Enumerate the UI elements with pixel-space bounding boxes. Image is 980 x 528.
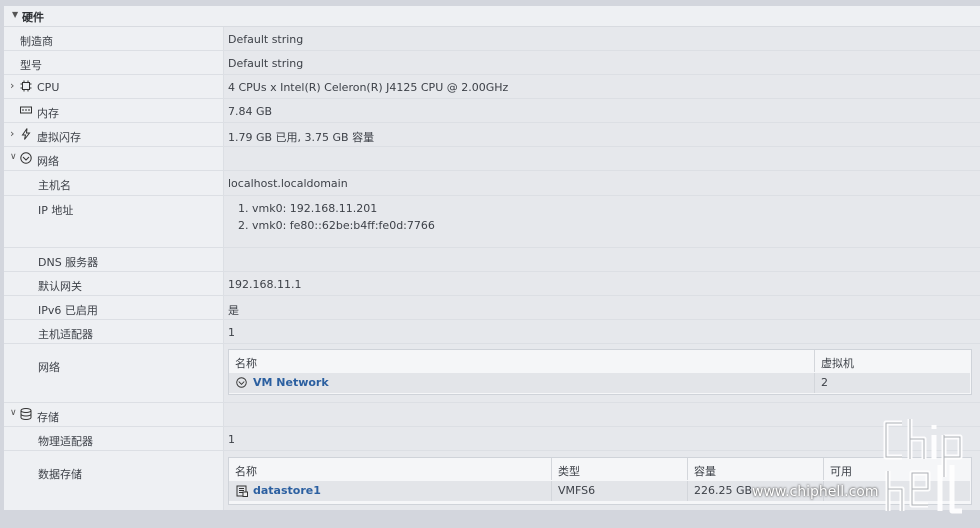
memory-icon [20, 106, 32, 114]
physical-adapters-value: 1 [228, 433, 235, 446]
ip-row: IP 地址 1. vmk0: 192.168.11.201 2. vmk0: f… [4, 196, 980, 248]
column-header-name[interactable]: 名称 [229, 350, 815, 372]
ip-label: IP 地址 [38, 204, 74, 217]
cpu-icon [20, 80, 32, 92]
expand-icon[interactable]: › [10, 127, 14, 140]
model-label: 型号 [20, 59, 42, 72]
table-row[interactable]: datastore1 [229, 481, 552, 501]
collapse-icon[interactable]: ▼ [12, 10, 18, 19]
host-adapters-value: 1 [228, 326, 235, 339]
host-adapters-label: 主机适配器 [38, 328, 93, 341]
physical-adapters-label: 物理适配器 [38, 435, 93, 448]
expand-icon[interactable]: › [10, 79, 14, 92]
manufacturer-value: Default string [228, 33, 304, 46]
datastore1-link[interactable]: datastore1 [253, 484, 321, 497]
datastores-label: 数据存储 [38, 468, 82, 481]
hardware-section-header[interactable]: ▼ 硬件 [4, 6, 980, 27]
storage-row[interactable]: ∨ 存储 [4, 403, 980, 427]
dns-row: DNS 服务器 [4, 248, 980, 272]
ip-value-2: 2. vmk0: fe80::62be:b4ff:fe0d:7766 [238, 219, 435, 232]
manufacturer-row: 制造商 Default string [4, 27, 980, 51]
hardware-panel: ▼ 硬件 制造商 Default string 型号 Default strin… [4, 6, 980, 510]
networks-label: 网络 [38, 361, 60, 374]
model-value: Default string [228, 57, 304, 70]
storage-icon [20, 408, 32, 420]
cpu-label: CPU [37, 81, 60, 94]
collapse-icon[interactable]: ∨ [10, 152, 17, 162]
hostname-row: 主机名 localhost.localdomain [4, 171, 980, 196]
networks-table: 名称 虚拟机 VM Network 2 [228, 349, 972, 395]
flash-icon [21, 128, 31, 140]
cpu-value: 4 CPUs x Intel(R) Celeron(R) J4125 CPU @… [228, 81, 509, 94]
vm-count-cell: 2 [815, 373, 970, 393]
chiphell-logo [883, 419, 963, 514]
column-header-name[interactable]: 名称 [229, 458, 552, 480]
hostname-label: 主机名 [38, 179, 71, 192]
ip-value-1: 1. vmk0: 192.168.11.201 [238, 202, 378, 215]
vflash-row[interactable]: › 虚拟闪存 1.79 GB 已用, 3.75 GB 容量 [4, 123, 980, 147]
memory-label: 内存 [37, 107, 59, 120]
column-header-type[interactable]: 类型 [552, 458, 688, 480]
column-header-vms[interactable]: 虚拟机 [815, 350, 970, 372]
memory-value: 7.84 GB [228, 105, 273, 118]
ipv6-value: 是 [228, 304, 239, 317]
type-cell: VMFS6 [552, 481, 688, 501]
gateway-label: 默认网关 [38, 280, 82, 293]
gateway-row: 默认网关 192.168.11.1 [4, 272, 980, 296]
table-row[interactable]: VM Network [229, 373, 815, 393]
collapse-icon[interactable]: ∨ [10, 408, 17, 418]
networks-row: 网络 名称 虚拟机 VM Network 2 [4, 344, 980, 403]
hardware-title: 硬件 [22, 11, 44, 24]
dns-label: DNS 服务器 [38, 256, 99, 269]
memory-row: 内存 7.84 GB [4, 99, 980, 123]
model-row: 型号 Default string [4, 51, 980, 75]
network-row[interactable]: ∨ 网络 [4, 147, 980, 171]
datastores-row: 数据存储 名称 类型 容量 可用 datastore1 VMFS6 226.25… [4, 451, 980, 510]
ipv6-label: IPv6 已启用 [38, 304, 98, 317]
gateway-value: 192.168.11.1 [228, 278, 302, 291]
hostname-value: localhost.localdomain [228, 177, 348, 190]
watermark-text: www.chiphell.com [752, 484, 879, 500]
vflash-value: 1.79 GB 已用, 3.75 GB 容量 [228, 131, 375, 144]
host-adapters-row: 主机适配器 1 [4, 320, 980, 344]
network-label: 网络 [37, 155, 59, 168]
manufacturer-label: 制造商 [20, 35, 53, 48]
storage-label: 存储 [37, 411, 59, 424]
vflash-label: 虚拟闪存 [37, 131, 81, 144]
vm-network-link[interactable]: VM Network [253, 376, 329, 389]
network-icon [20, 152, 32, 164]
ipv6-row: IPv6 已启用 是 [4, 296, 980, 320]
datastore-icon [236, 485, 248, 497]
physical-adapters-row: 物理适配器 1 [4, 427, 980, 451]
column-header-capacity[interactable]: 容量 [688, 458, 824, 480]
cpu-row[interactable]: › CPU 4 CPUs x Intel(R) Celeron(R) J4125… [4, 75, 980, 99]
network-icon [236, 377, 247, 388]
